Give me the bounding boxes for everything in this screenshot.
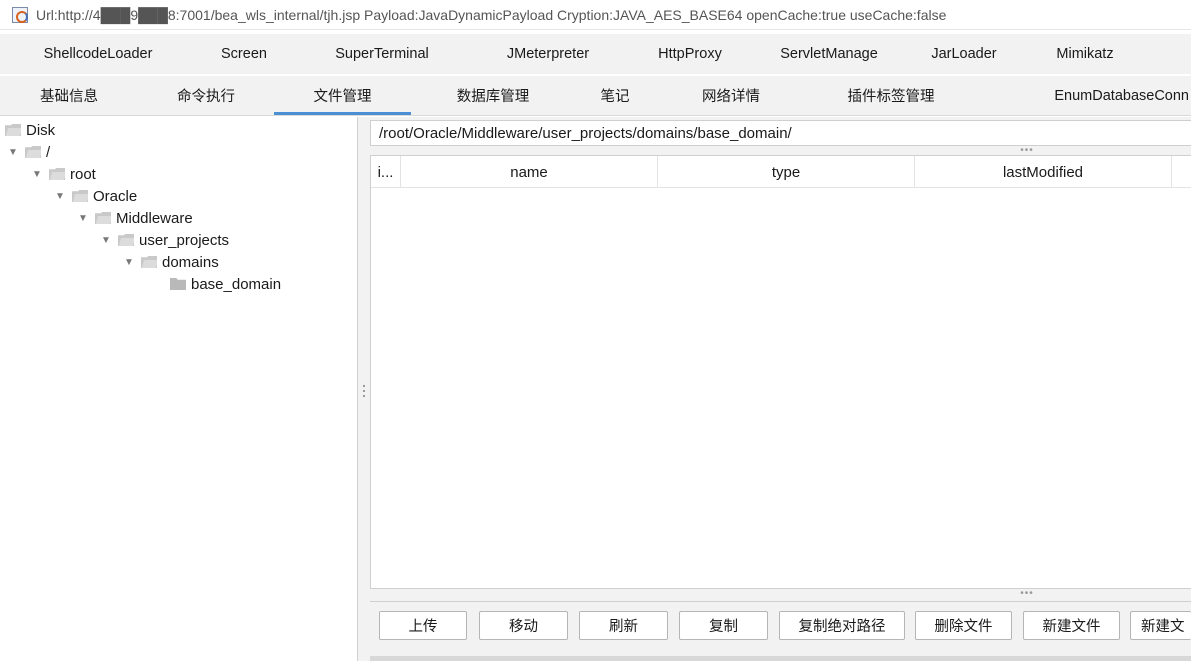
tab-jarloader[interactable]: JarLoader xyxy=(902,34,1026,74)
tree-node-oracle[interactable]: ▼ Oracle xyxy=(54,185,137,207)
bottom-border xyxy=(370,656,1191,661)
refresh-button[interactable]: 刷新 xyxy=(579,611,668,640)
resize-handle-icon[interactable]: ••• xyxy=(1018,146,1036,156)
folder-closed-icon xyxy=(170,278,186,290)
tab-servletmanage[interactable]: ServletManage xyxy=(756,34,902,74)
column-header-type[interactable]: type xyxy=(658,156,915,188)
folder-open-icon xyxy=(49,168,65,180)
tree-node-domains[interactable]: ▼ domains xyxy=(123,251,219,273)
tree-node-middleware[interactable]: ▼ Middleware xyxy=(77,207,193,229)
new-file-button[interactable]: 新建文件 xyxy=(1023,611,1120,640)
tree-node-base-domain[interactable]: base_domain xyxy=(170,273,281,295)
file-action-toolbar: 上传 移动 刷新 复制 复制绝对路径 删除文件 新建文件 新建文 xyxy=(370,601,1191,661)
new-folder-button[interactable]: 新建文 xyxy=(1130,611,1191,640)
folder-open-icon xyxy=(95,212,111,224)
path-input[interactable]: /root/Oracle/Middleware/user_projects/do… xyxy=(370,120,1191,146)
tab-superterminal[interactable]: SuperTerminal xyxy=(292,34,472,74)
column-header-last-modified[interactable]: lastModified xyxy=(915,156,1172,188)
window-title: Url:http://4███9███8:7001/bea_wls_intern… xyxy=(36,6,947,23)
tree-node-root[interactable]: ▼ root xyxy=(31,163,96,185)
main-tab-bar: 基础信息 命令执行 文件管理 数据库管理 笔记 网络详情 插件标签管理 Enum… xyxy=(0,76,1191,116)
folder-open-icon xyxy=(72,190,88,202)
tab-database-manager[interactable]: 数据库管理 xyxy=(411,76,575,115)
tree-node-label: domains xyxy=(162,253,219,271)
tree-node-label: Disk xyxy=(26,121,56,139)
java-cup-icon xyxy=(12,6,28,23)
column-header-name[interactable]: name xyxy=(401,156,658,188)
tab-basic-info[interactable]: 基础信息 xyxy=(0,76,138,115)
plugin-tab-bar: ShellcodeLoader Screen SuperTerminal JMe… xyxy=(0,34,1191,74)
tree-node-label: base_domain xyxy=(191,275,282,293)
copy-button[interactable]: 复制 xyxy=(679,611,768,640)
expand-triangle-icon[interactable]: ▼ xyxy=(54,191,66,202)
tab-command-exec[interactable]: 命令执行 xyxy=(138,76,274,115)
copy-absolute-path-button[interactable]: 复制绝对路径 xyxy=(779,611,905,640)
file-table-header: i... name type lastModified xyxy=(371,156,1191,188)
tab-httpproxy[interactable]: HttpProxy xyxy=(624,34,756,74)
tab-shellcodeloader[interactable]: ShellcodeLoader xyxy=(0,34,196,74)
expand-triangle-icon[interactable]: ▼ xyxy=(31,169,43,180)
tree-node-disk[interactable]: Disk xyxy=(5,119,55,141)
expand-triangle-icon[interactable]: ▼ xyxy=(7,147,19,158)
expand-triangle-icon[interactable]: ▼ xyxy=(77,213,89,224)
resize-handle-icon[interactable]: ••• xyxy=(1018,589,1036,599)
column-header-icon[interactable]: i... xyxy=(371,156,401,188)
tree-node-label: Oracle xyxy=(93,187,138,205)
expand-triangle-icon[interactable]: ▼ xyxy=(123,257,135,268)
tab-jmeterpreter[interactable]: JMeterpreter xyxy=(472,34,624,74)
tab-mimikatz[interactable]: Mimikatz xyxy=(1026,34,1144,74)
tree-node-label: root xyxy=(70,165,96,183)
tree-node-label: Middleware xyxy=(116,209,193,227)
tab-plugin-tag-manager[interactable]: 插件标签管理 xyxy=(807,76,975,115)
tree-node-user-projects[interactable]: ▼ user_projects xyxy=(100,229,229,251)
tab-enum-database-conn[interactable]: EnumDatabaseConn xyxy=(975,76,1191,115)
window-titlebar: Url:http://4███9███8:7001/bea_wls_intern… xyxy=(0,0,1191,30)
splitter-grip-icon xyxy=(363,385,365,400)
tree-node-label: user_projects xyxy=(139,231,230,249)
upload-button[interactable]: 上传 xyxy=(379,611,467,640)
folder-open-icon xyxy=(141,256,157,268)
move-button[interactable]: 移动 xyxy=(479,611,568,640)
tree-node-root-dir[interactable]: ▼ / xyxy=(7,141,50,163)
tab-notes[interactable]: 笔记 xyxy=(575,76,655,115)
column-header-extra[interactable] xyxy=(1172,156,1191,188)
tree-node-label: / xyxy=(46,143,51,161)
tab-file-manager[interactable]: 文件管理 xyxy=(274,76,411,115)
file-manager-panel: /root/Oracle/Middleware/user_projects/do… xyxy=(370,117,1191,661)
folder-open-icon xyxy=(118,234,134,246)
pane-splitter[interactable] xyxy=(358,117,370,661)
directory-tree: Disk ▼ / ▼ root ▼ Oracle ▼ Middleware ▼ … xyxy=(0,117,358,661)
file-table: i... name type lastModified xyxy=(370,155,1191,589)
expand-triangle-icon[interactable]: ▼ xyxy=(100,235,112,246)
tab-screen[interactable]: Screen xyxy=(196,34,292,74)
folder-open-icon xyxy=(25,146,41,158)
delete-file-button[interactable]: 删除文件 xyxy=(915,611,1012,640)
tab-network-details[interactable]: 网络详情 xyxy=(655,76,807,115)
folder-open-icon xyxy=(5,124,21,136)
